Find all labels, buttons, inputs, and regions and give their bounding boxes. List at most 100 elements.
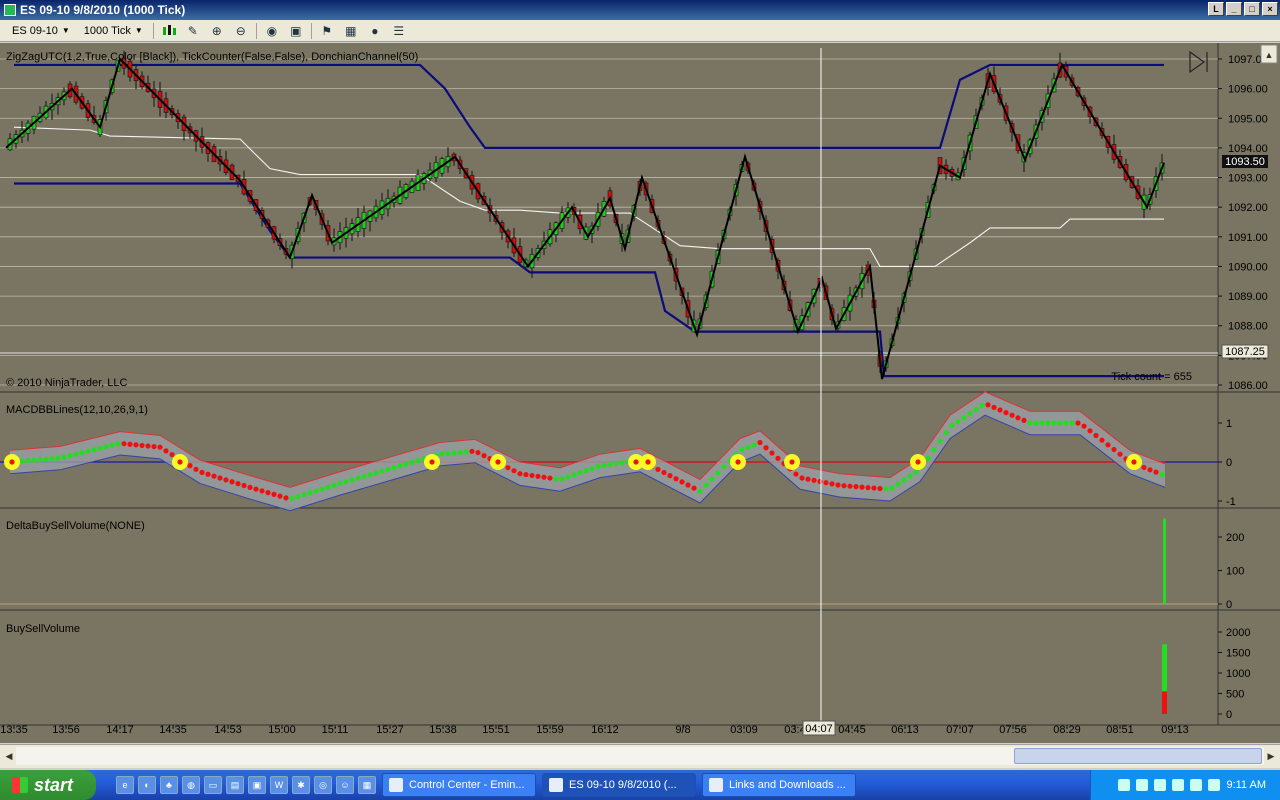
- data-box-icon[interactable]: ☰: [390, 22, 408, 40]
- zoom-out-icon[interactable]: ⊖: [232, 22, 250, 40]
- macd-dot: [217, 475, 223, 481]
- scroll-to-end-button[interactable]: [1189, 50, 1208, 74]
- macd-dot: [709, 476, 715, 482]
- macd-dot: [991, 404, 997, 410]
- firefox-icon[interactable]: ◍: [182, 776, 200, 794]
- time-tick-label: 09:13: [1161, 724, 1189, 736]
- zoom-in-icon[interactable]: ⊕: [208, 22, 226, 40]
- app-launch-icon[interactable]: ✱: [292, 776, 310, 794]
- macd-dot: [439, 451, 445, 457]
- app-launch-icon[interactable]: ♣: [160, 776, 178, 794]
- ie-icon[interactable]: e: [116, 776, 134, 794]
- scroll-left-icon[interactable]: ◀: [2, 748, 16, 764]
- macd-dot: [523, 471, 529, 478]
- properties-icon[interactable]: ▣: [287, 22, 305, 40]
- macd-dot: [823, 480, 829, 486]
- scroll-thumb[interactable]: [1014, 748, 1262, 764]
- app-launch-icon[interactable]: ▤: [226, 776, 244, 794]
- macd-dot: [229, 479, 235, 485]
- app-launch-icon[interactable]: ▣: [248, 776, 266, 794]
- word-icon[interactable]: W: [270, 776, 288, 794]
- app-icon: [4, 4, 16, 16]
- macd-dot: [1075, 420, 1081, 426]
- time-tick-label: 03:4: [784, 724, 805, 736]
- task-browser[interactable]: Links and Downloads ...: [702, 773, 856, 797]
- volume-icon[interactable]: [1154, 779, 1167, 791]
- app-launch-icon[interactable]: ▦: [358, 776, 376, 794]
- macd-dot: [373, 470, 379, 476]
- donchian-lower: [14, 182, 1164, 378]
- bar-type-icon[interactable]: [160, 22, 178, 40]
- macd-dot: [241, 482, 247, 489]
- task-control-center[interactable]: Control Center - Emin...: [382, 773, 536, 797]
- link-button[interactable]: L: [1208, 2, 1224, 16]
- macd-dot: [679, 479, 685, 485]
- instrument-select[interactable]: ES 09-10 ▼: [8, 22, 74, 40]
- donchian-channel: [13, 63, 1164, 378]
- indicator-icon[interactable]: ⚑: [318, 22, 336, 40]
- close-icon[interactable]: ×: [1262, 2, 1278, 16]
- task-chart[interactable]: ES 09-10 9/8/2010 (...: [542, 773, 696, 797]
- start-button[interactable]: start: [0, 770, 96, 800]
- app-launch-icon[interactable]: ◐: [138, 776, 156, 794]
- app-launch-icon[interactable]: ☺: [336, 776, 354, 794]
- macd-dot: [793, 471, 799, 477]
- macd-dot: [145, 443, 151, 449]
- period-select[interactable]: 1000 Tick ▼: [80, 22, 147, 40]
- scroll-right-icon[interactable]: ▶: [1264, 748, 1278, 764]
- macd-dot: [571, 472, 577, 478]
- play-end-icon[interactable]: [1189, 50, 1206, 74]
- macd-dot: [889, 485, 895, 491]
- macd-dot: [601, 462, 607, 468]
- time-tick-label: 15:51: [482, 724, 510, 736]
- macd-cross-dot: [177, 459, 183, 465]
- macd-dot: [73, 451, 79, 457]
- macd-dot: [829, 481, 835, 487]
- macd-dot: [607, 461, 613, 468]
- horizontal-scrollbar[interactable]: ◀ ▶: [0, 744, 1280, 768]
- network-icon[interactable]: [1136, 779, 1149, 791]
- macd-panel-label: MACDBBLines(12,10,26,9,1): [6, 404, 148, 416]
- macd-dot: [979, 402, 985, 409]
- time-tick-label: 14:17: [106, 724, 134, 736]
- chevron-up-icon[interactable]: ▲: [1265, 50, 1274, 60]
- price-panel-label: ZigZagUTC(1,2,True,Color [Black]), TickC…: [6, 51, 418, 63]
- macd-dot: [49, 456, 55, 462]
- macd-dot: [511, 468, 517, 474]
- draw-pencil-icon[interactable]: ✎: [184, 22, 202, 40]
- tray-arrow-icon[interactable]: [1118, 779, 1131, 791]
- macd-dot: [409, 459, 415, 465]
- chart-canvas[interactable]: 1097.001096.001095.001094.001093.001092.…: [0, 43, 1280, 743]
- monitor-icon[interactable]: [1208, 779, 1221, 791]
- strategy-icon[interactable]: ▦: [342, 22, 360, 40]
- macd-dot: [685, 482, 691, 488]
- macd-dot: [883, 486, 889, 492]
- macd-dot: [475, 449, 481, 456]
- time-tick-label: 14:53: [214, 724, 242, 736]
- macd-dot: [925, 455, 931, 461]
- app-launch-icon[interactable]: ◎: [314, 776, 332, 794]
- macd-dot: [997, 407, 1003, 413]
- macd-dot: [1111, 446, 1117, 453]
- macd-dot: [163, 448, 169, 454]
- macd-dot: [559, 476, 565, 482]
- record-icon[interactable]: ●: [366, 22, 384, 40]
- chart-area[interactable]: 1097.00 1096.00 1095.00 1094.00 1093.00 1092.…: [0, 43, 1280, 743]
- time-tick-label: 06:13: [891, 724, 919, 736]
- folder-icon[interactable]: ▭: [204, 776, 222, 794]
- macd-dot: [553, 476, 559, 482]
- bsv-tick-label: 500: [1226, 689, 1244, 701]
- macd-panel: 1 0 -1: [0, 391, 1236, 512]
- maximize-icon[interactable]: □: [1244, 2, 1260, 16]
- help-icon[interactable]: [1190, 779, 1203, 791]
- security-icon[interactable]: [1172, 779, 1185, 791]
- time-tick-label: 07:07: [946, 724, 974, 736]
- macd-dot: [199, 469, 205, 475]
- minimize-icon[interactable]: _: [1226, 2, 1242, 16]
- macd-cross-dot: [789, 459, 795, 465]
- macd-dot: [1063, 420, 1069, 426]
- macd-dot: [1069, 420, 1075, 426]
- window-titlebar: ES 09-10 9/8/2010 (1000 Tick) L _ □ ×: [0, 0, 1280, 20]
- globe-icon[interactable]: ◉: [263, 22, 281, 40]
- macd-dot: [1105, 442, 1111, 448]
